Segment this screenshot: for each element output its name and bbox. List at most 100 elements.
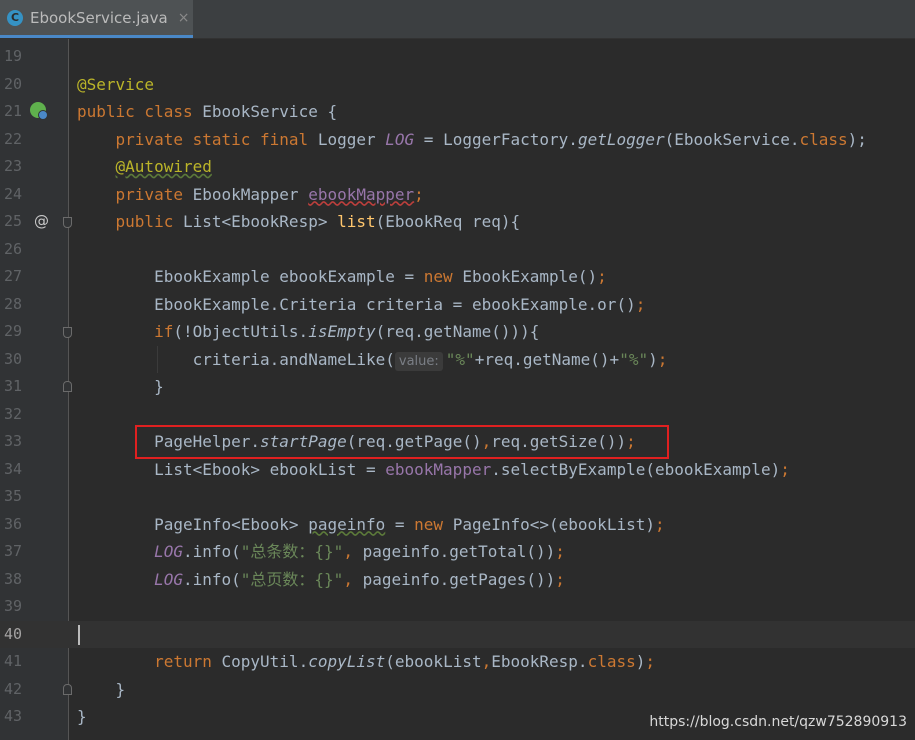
code-line[interactable]: 35 (0, 483, 915, 511)
tab-ebookservice-java[interactable]: C EbookService.java × (0, 0, 193, 38)
code-text: LOG.info("总页数：{}", pageinfo.getPages()); (77, 566, 565, 594)
code-token: .info( (182, 569, 241, 589)
code-token: ; (414, 184, 424, 204)
code-line[interactable]: 24 private EbookMapper ebookMapper; (0, 181, 915, 209)
code-text: private EbookMapper ebookMapper; (77, 181, 424, 209)
code-token: , (343, 542, 363, 561)
code-token: ; (555, 569, 565, 589)
code-text: EbookExample ebookExample = new EbookExa… (77, 263, 607, 291)
spring-bean-icon[interactable] (30, 102, 48, 120)
line-number: 43 (4, 707, 23, 725)
code-line[interactable]: 19 (0, 43, 915, 71)
code-token: List<Ebook> ebookList = (77, 459, 386, 479)
code-line[interactable]: 21 public class EbookService { (0, 98, 915, 126)
close-icon[interactable]: × (178, 10, 190, 26)
code-token: +req.getName()+ (474, 349, 620, 369)
code-token: EbookExample ebookExample = (77, 267, 424, 286)
code-token: EbookService { (202, 102, 338, 121)
code-token: "总页数：{}" (240, 569, 344, 589)
code-token: (ebookList (385, 652, 482, 671)
code-line[interactable]: 30 criteria.andNameLike(value: "%"+req.ge… (0, 346, 915, 374)
code-token: list (337, 212, 376, 231)
line-number: 36 (4, 514, 23, 533)
code-line[interactable]: 42 } (0, 676, 915, 704)
indent-guide (157, 345, 158, 373)
line-number: 41 (4, 652, 23, 670)
line-number: 31 (4, 377, 23, 395)
override-icon[interactable]: @ (34, 208, 49, 236)
code-line[interactable]: 20 @Service (0, 71, 915, 99)
code-token: LOG (385, 129, 415, 149)
line-number: 23 (4, 157, 23, 175)
code-token: pageinfo (308, 514, 386, 534)
code-line[interactable]: 37 LOG.info("总条数：{}", pageinfo.getTotal(… (0, 538, 915, 566)
code-line[interactable]: 31 } (0, 373, 915, 401)
code-line[interactable]: 40 (0, 620, 915, 648)
code-token: "%" (445, 349, 475, 369)
code-token: new (423, 267, 463, 286)
code-token: PageInfo<Ebook> (77, 514, 309, 534)
code-line[interactable]: 29 if(!ObjectUtils.isEmpty(req.getName()… (0, 318, 915, 346)
code-line[interactable]: 36 PageInfo<Ebook> pageinfo = new PageIn… (0, 511, 915, 539)
code-token: return (154, 652, 222, 671)
code-text: public List<EbookResp> list(EbookReq req… (77, 208, 521, 236)
code-token: @Service (77, 74, 155, 94)
class-icon: C (7, 9, 23, 26)
fold-marker-icon[interactable] (63, 327, 72, 338)
line-number: 24 (4, 184, 23, 203)
fold-marker-icon[interactable] (63, 381, 72, 392)
code-line[interactable]: 23 @Autowired (0, 153, 915, 181)
fold-marker-icon[interactable] (63, 217, 72, 228)
code-line[interactable]: 38 LOG.info("总页数：{}", pageinfo.getPages(… (0, 566, 915, 594)
code-line[interactable]: 41 return CopyUtil.copyList(ebookList,Eb… (0, 648, 915, 676)
code-token: } (77, 377, 164, 396)
watermark: https://blog.csdn.net/qzw752890913 (649, 714, 907, 730)
code-line[interactable]: 39 (0, 593, 915, 621)
code-token: ; (597, 267, 607, 286)
line-number: 35 (4, 487, 23, 505)
code-token: getLogger (577, 129, 665, 149)
line-number: 26 (4, 239, 23, 258)
code-text: EbookExample.Criteria criteria = ebookEx… (77, 291, 645, 319)
code-token: } (77, 679, 126, 699)
line-number: 42 (4, 679, 23, 698)
code-token: Logger (317, 129, 386, 149)
code-token: EbookExample.Criteria criteria = ebookEx… (77, 294, 636, 314)
fold-marker-icon[interactable] (63, 683, 72, 695)
code-line[interactable]: 27 EbookExample ebookExample = new Ebook… (0, 263, 915, 291)
code-line[interactable]: 26 (0, 236, 915, 264)
code-token: ; (555, 542, 565, 561)
code-line[interactable]: 28 EbookExample.Criteria criteria = eboo… (0, 291, 915, 319)
code-token: class (799, 129, 848, 149)
code-text: } (77, 703, 87, 731)
code-token: ) (648, 349, 658, 369)
code-line[interactable]: 25 @ public List<EbookResp> list(EbookReq… (0, 208, 915, 236)
code-line[interactable]: 32 (0, 401, 915, 429)
code-token: ); (847, 129, 867, 149)
code-text: public class EbookService { (77, 98, 337, 126)
code-token: private static final (115, 129, 318, 149)
code-token: = LoggerFactory. (414, 129, 578, 149)
code-token: ; (635, 294, 646, 314)
code-token: (!ObjectUtils. (173, 322, 309, 341)
code-token: , (343, 569, 363, 589)
code-text: return CopyUtil.copyList(ebookList,Ebook… (77, 648, 655, 676)
code-token: pageinfo.getPages()) (362, 569, 556, 589)
code-token: private (115, 184, 193, 204)
code-token: (req.getName())){ (375, 322, 540, 341)
line-number: 40 (4, 624, 23, 643)
code-token: copyList (308, 652, 386, 671)
line-number: 34 (4, 459, 23, 478)
text-caret (78, 624, 80, 645)
code-text: @Service (77, 71, 154, 99)
code-line[interactable]: 22 private static final Logger LOG = Log… (0, 126, 915, 154)
code-token: @Autowired (115, 157, 212, 176)
code-text: PageInfo<Ebook> pageinfo = new PageInfo<… (77, 511, 665, 539)
code-line[interactable]: 34 List<Ebook> ebookList = ebookMapper.s… (0, 456, 915, 484)
